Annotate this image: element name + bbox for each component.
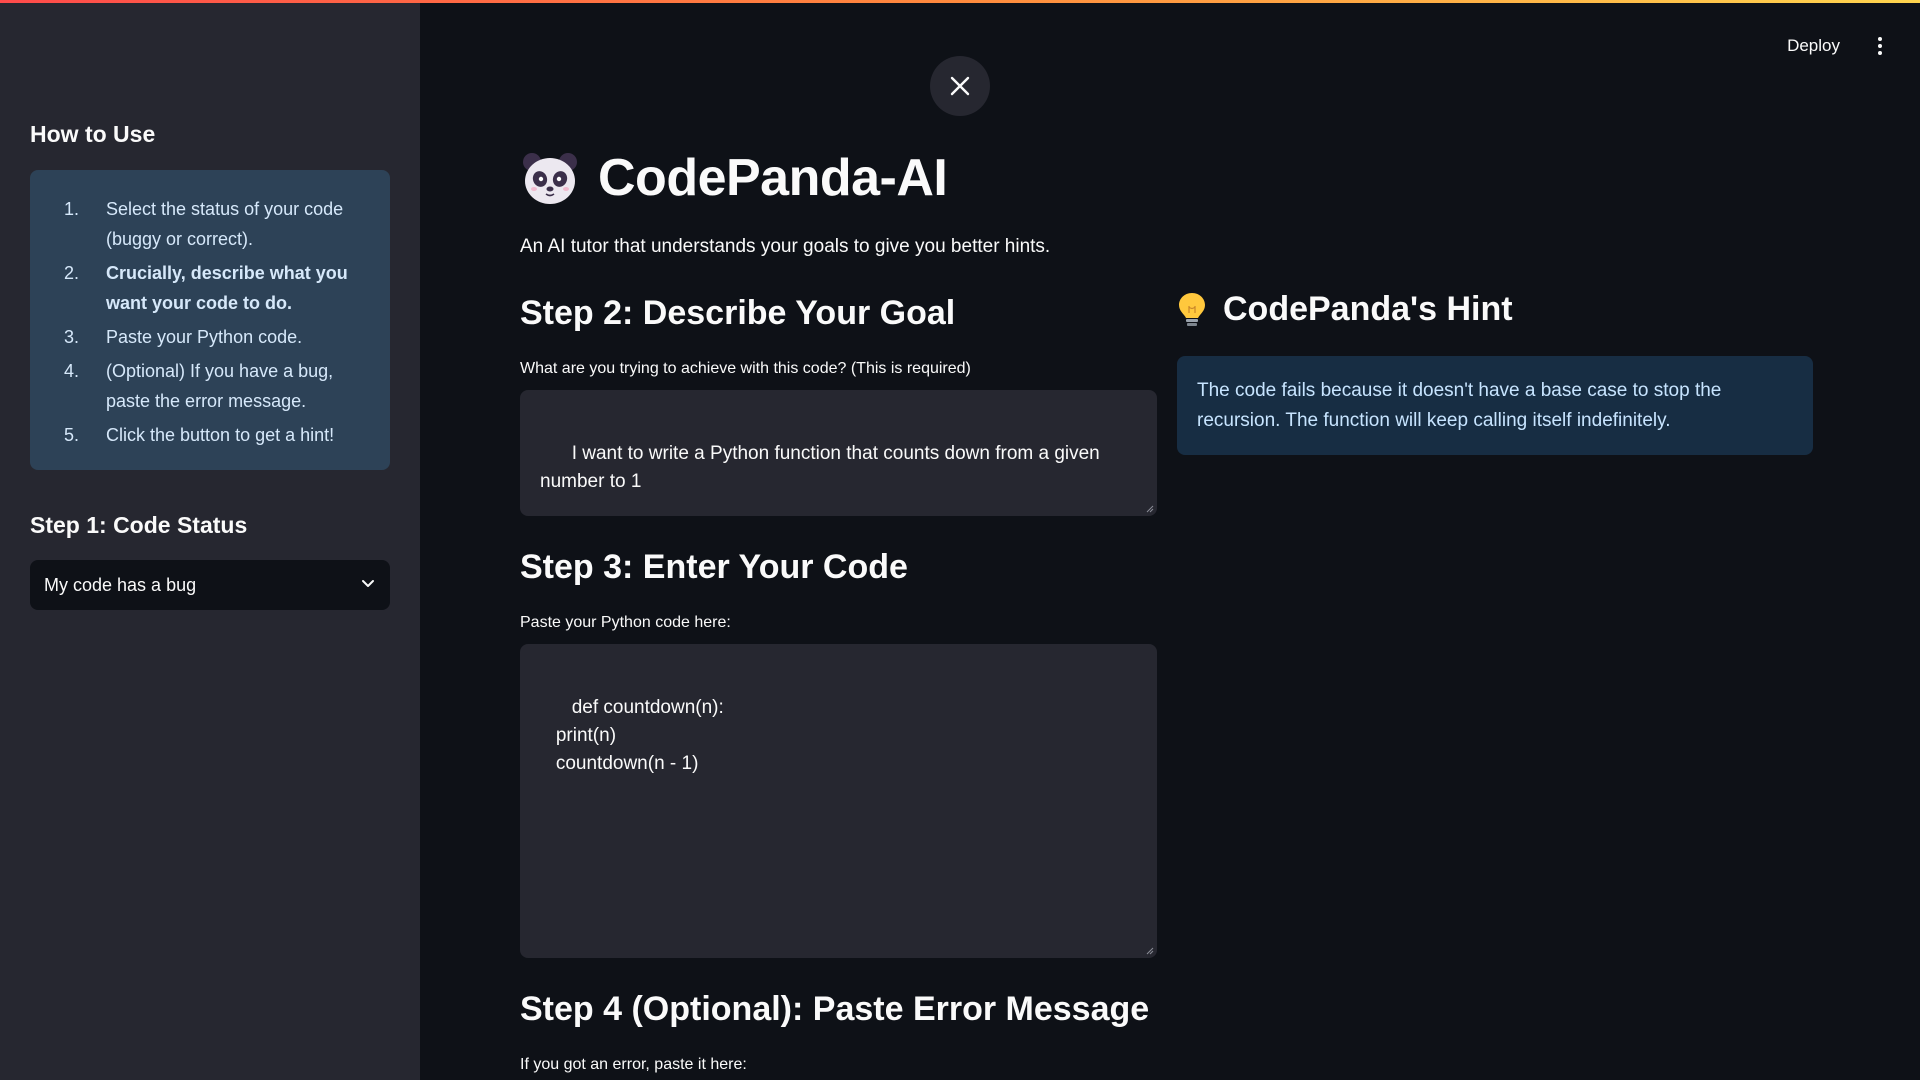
step-number: 2. (64, 263, 80, 283)
code-status-select[interactable]: My code has a bug (30, 560, 390, 610)
step4-heading: Step 4 (Optional): Paste Error Message (520, 990, 1150, 1028)
how-to-step: 5. Click the button to get a hint! (50, 420, 370, 450)
goal-label: What are you trying to achieve with this… (520, 360, 971, 377)
step-text: Select the status of your code (buggy or… (106, 199, 344, 249)
deploy-button[interactable]: Deploy (1779, 32, 1848, 60)
step-number: 4. (64, 361, 80, 381)
how-to-use-info-box: 1. Select the status of your code (buggy… (30, 170, 390, 470)
step-text: Crucially, describe what you want your c… (106, 263, 348, 313)
kebab-menu-icon[interactable] (1870, 33, 1890, 59)
page-title: CodePanda-AI (598, 149, 948, 207)
lightbulb-icon (1179, 292, 1205, 326)
close-button[interactable] (930, 56, 990, 116)
hint-heading-row: CodePanda's Hint (1177, 290, 1513, 329)
how-to-step: 3. Paste your Python code. (50, 322, 370, 352)
resize-handle-icon[interactable] (1146, 947, 1154, 955)
step2-heading: Step 2: Describe Your Goal (520, 294, 956, 332)
step-text: Click the button to get a hint! (106, 425, 335, 445)
page-subtitle: An AI tutor that understands your goals … (520, 236, 1051, 257)
code-textarea[interactable]: def countdown(n): print(n) countdown(n -… (520, 644, 1157, 958)
how-to-steps-list: 1. Select the status of your code (buggy… (50, 194, 370, 450)
top-accent-bar (0, 0, 1920, 3)
hint-heading: CodePanda's Hint (1223, 290, 1513, 328)
hint-text: The code fails because it doesn't have a… (1197, 380, 1722, 431)
resize-handle-icon[interactable] (1146, 505, 1154, 513)
step-text: (Optional) If you have a bug, paste the … (106, 361, 334, 411)
hint-box: The code fails because it doesn't have a… (1177, 356, 1813, 455)
code-status-value: My code has a bug (44, 574, 197, 595)
code-status-title: Step 1: Code Status (30, 512, 248, 538)
step-text: Paste your Python code. (106, 327, 303, 347)
how-to-use-title: How to Use (30, 121, 156, 147)
code-text: def countdown(n): print(n) countdown(n -… (555, 697, 724, 774)
step-number: 3. (64, 327, 80, 347)
step-number: 5. (64, 425, 80, 445)
step-number: 1. (64, 199, 80, 219)
top-right-toolbar: Deploy (1779, 32, 1890, 60)
code-label: Paste your Python code here: (520, 614, 731, 631)
close-icon (950, 76, 970, 96)
goal-textarea[interactable]: I want to write a Python function that c… (520, 390, 1157, 516)
step3-heading: Step 3: Enter Your Code (520, 548, 908, 586)
how-to-step: 1. Select the status of your code (buggy… (50, 194, 370, 254)
sidebar: How to Use 1. Select the status of your … (0, 0, 420, 1080)
chevron-down-icon (360, 575, 376, 596)
how-to-step: 2. Crucially, describe what you want you… (50, 258, 370, 318)
page-title-row: CodePanda-AI (520, 148, 948, 208)
error-label: If you got an error, paste it here: (520, 1056, 747, 1073)
how-to-step: 4. (Optional) If you have a bug, paste t… (50, 356, 370, 416)
goal-text: I want to write a Python function that c… (540, 443, 1106, 492)
panda-icon (523, 153, 577, 204)
